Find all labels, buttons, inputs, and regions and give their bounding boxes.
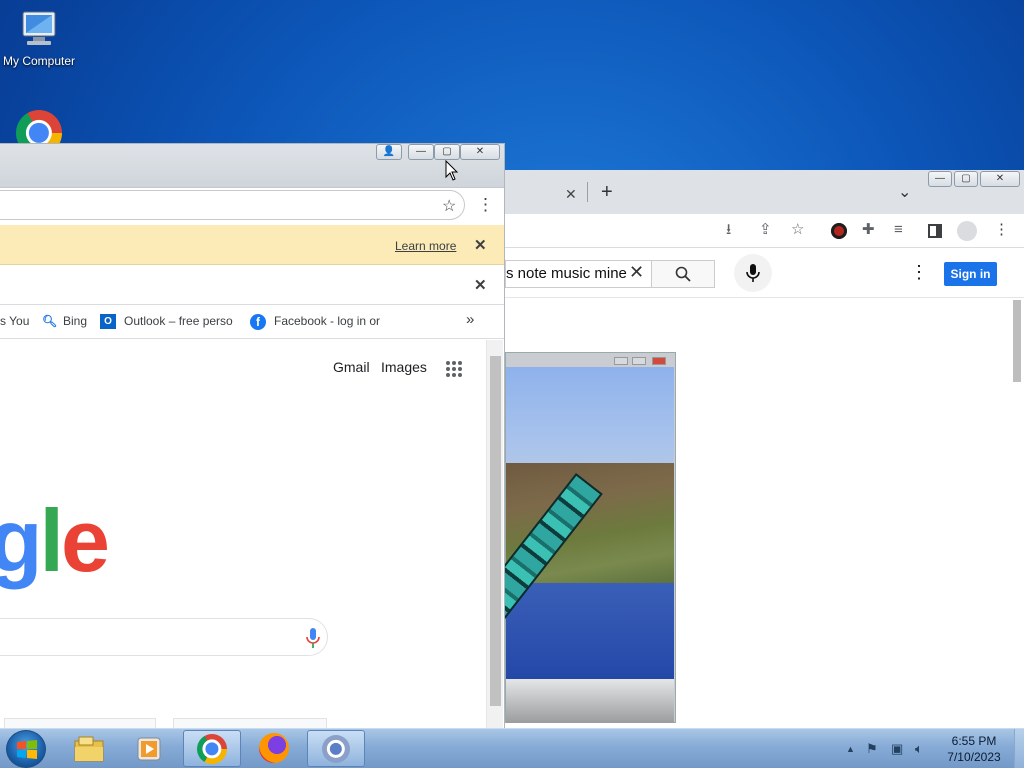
images-link[interactable]: Images	[381, 359, 427, 375]
google-homepage: Gmail Images ogle	[0, 340, 486, 730]
desktop-icon-chrome[interactable]	[0, 110, 78, 146]
notification-close-button[interactable]: ✕	[474, 276, 487, 294]
bookmark-item-outlook[interactable]: Outlook – free perso	[124, 314, 236, 328]
bookmark-star-icon[interactable]: ☆	[442, 196, 456, 216]
bookmark-item-facebook[interactable]: Facebook - log in or	[274, 314, 386, 328]
search-icon	[675, 266, 691, 282]
bookmarks-bar: s You 🔍︎ Bing O Outlook – free perso f F…	[0, 305, 504, 339]
minimize-button[interactable]: —	[928, 171, 952, 187]
media-playlist-icon[interactable]: ≡	[894, 222, 903, 238]
taskbar-chrome[interactable]	[183, 730, 241, 767]
google-search-input[interactable]	[0, 618, 328, 656]
learn-more-link[interactable]: Learn more	[395, 239, 456, 253]
volume-muted-icon[interactable]: 🔈︎	[915, 741, 923, 757]
computer-icon	[22, 11, 56, 45]
voice-search-button[interactable]	[734, 254, 772, 292]
mic-icon	[746, 264, 760, 282]
desktop-icon-my-computer[interactable]: My Computer	[0, 8, 78, 68]
game-screenshot	[434, 352, 676, 723]
bookmark-item[interactable]: s You	[0, 314, 29, 328]
mic-icon[interactable]	[306, 627, 320, 649]
address-bar[interactable]: ☆	[0, 190, 465, 220]
side-panel-icon[interactable]	[928, 224, 942, 238]
youtube-search-button[interactable]	[651, 260, 715, 288]
search-clear-icon[interactable]: ✕	[629, 262, 645, 283]
taskbar-firefox[interactable]	[245, 730, 303, 767]
taskbar: ▲ ⚑ ▣ 🔈︎ 6:55 PM 7/10/2023	[0, 728, 1024, 768]
bookmark-item-bing[interactable]: Bing	[63, 314, 87, 328]
share-icon[interactable]: ⇪	[759, 222, 772, 238]
action-center-flag-icon[interactable]: ⚑	[866, 741, 878, 757]
tab-close-button[interactable]: ✕	[565, 186, 577, 203]
scrollbar-thumb[interactable]	[490, 356, 501, 706]
extension-red-icon[interactable]	[831, 223, 847, 239]
tray-expand-arrow[interactable]: ▲	[846, 744, 855, 754]
chrome-window-front: 👤 — ▢ ✕ ☆ ⋮ Learn more ✕ ✕ s You 🔍︎ Bing…	[0, 143, 505, 730]
maximize-button[interactable]: ▢	[954, 171, 978, 187]
gmail-link[interactable]: Gmail	[333, 359, 370, 375]
close-button[interactable]: ✕	[980, 171, 1020, 187]
page-scrollbar[interactable]	[486, 340, 503, 730]
download-icon[interactable]: ⭳	[726, 222, 731, 238]
clock-time: 6:55 PM	[951, 734, 997, 748]
apps-grid-icon[interactable]	[445, 360, 463, 378]
more-options-icon[interactable]: ⋮	[910, 262, 928, 283]
taskbar-file-explorer[interactable]	[60, 730, 118, 767]
menu-dots-icon[interactable]: ⋮	[994, 222, 1009, 238]
page-scrollbar-thumb[interactable]	[1013, 300, 1021, 382]
game-close-icon	[652, 357, 666, 365]
close-button[interactable]: ✕	[460, 144, 500, 160]
google-logo: ogle	[0, 491, 110, 590]
network-icon[interactable]: ▣	[891, 741, 903, 757]
new-tab-button[interactable]: +	[601, 181, 613, 204]
minimize-button[interactable]: —	[408, 144, 434, 160]
show-desktop-button[interactable]	[1014, 729, 1024, 768]
chrome-icon	[16, 110, 62, 146]
firefox-icon	[259, 733, 289, 763]
start-button[interactable]	[6, 730, 46, 768]
game-minimize-icon	[614, 357, 628, 365]
profile-button[interactable]: 👤	[376, 144, 402, 160]
bookmarks-overflow-button[interactable]: »	[466, 311, 474, 328]
notification-bar: ✕	[0, 265, 504, 305]
mouse-cursor-icon	[445, 160, 459, 181]
search-value: s note music mine	[506, 265, 627, 282]
game-maximize-icon	[632, 357, 646, 365]
tab-search-button[interactable]: ⌄	[898, 182, 911, 202]
game-water	[506, 583, 674, 679]
maximize-button[interactable]: ▢	[434, 144, 460, 160]
windows-logo-icon	[17, 740, 37, 759]
profile-icon[interactable]	[957, 221, 977, 241]
game-bottom-bar	[506, 679, 674, 723]
system-clock[interactable]: 6:55 PM 7/10/2023	[937, 733, 1011, 765]
taskbar-media-player[interactable]	[120, 730, 178, 767]
bookmark-star-icon[interactable]: ☆	[791, 222, 804, 238]
extensions-puzzle-icon[interactable]: ✚	[862, 222, 875, 238]
tab-divider	[587, 182, 588, 202]
media-player-icon	[137, 737, 161, 761]
facebook-icon: f	[250, 314, 266, 330]
youtube-header: s note music mine ✕ ⋮ Sign in	[505, 248, 1024, 298]
file-explorer-icon	[74, 736, 104, 762]
clock-date: 7/10/2023	[947, 750, 1001, 764]
chrome-icon	[197, 734, 227, 764]
toolbar: ⭳ ⇪ ☆ ✚ ≡ ⋮	[505, 214, 1024, 248]
menu-dots-icon[interactable]: ⋮	[477, 195, 494, 215]
search-icon: 🔍︎	[42, 314, 58, 328]
sign-in-button[interactable]: Sign in	[944, 262, 997, 286]
taskbar-chromium[interactable]	[307, 730, 365, 767]
desktop-icon-label: My Computer	[2, 54, 76, 68]
chromium-icon	[322, 735, 350, 763]
title-bar: ✕ + ⌄ — ▢ ✕	[505, 170, 1024, 214]
outlook-icon: O	[100, 314, 116, 329]
infobar-close-button[interactable]: ✕	[474, 236, 487, 254]
title-bar: 👤 — ▢ ✕	[0, 144, 504, 188]
info-bar: Learn more ✕	[0, 225, 504, 265]
